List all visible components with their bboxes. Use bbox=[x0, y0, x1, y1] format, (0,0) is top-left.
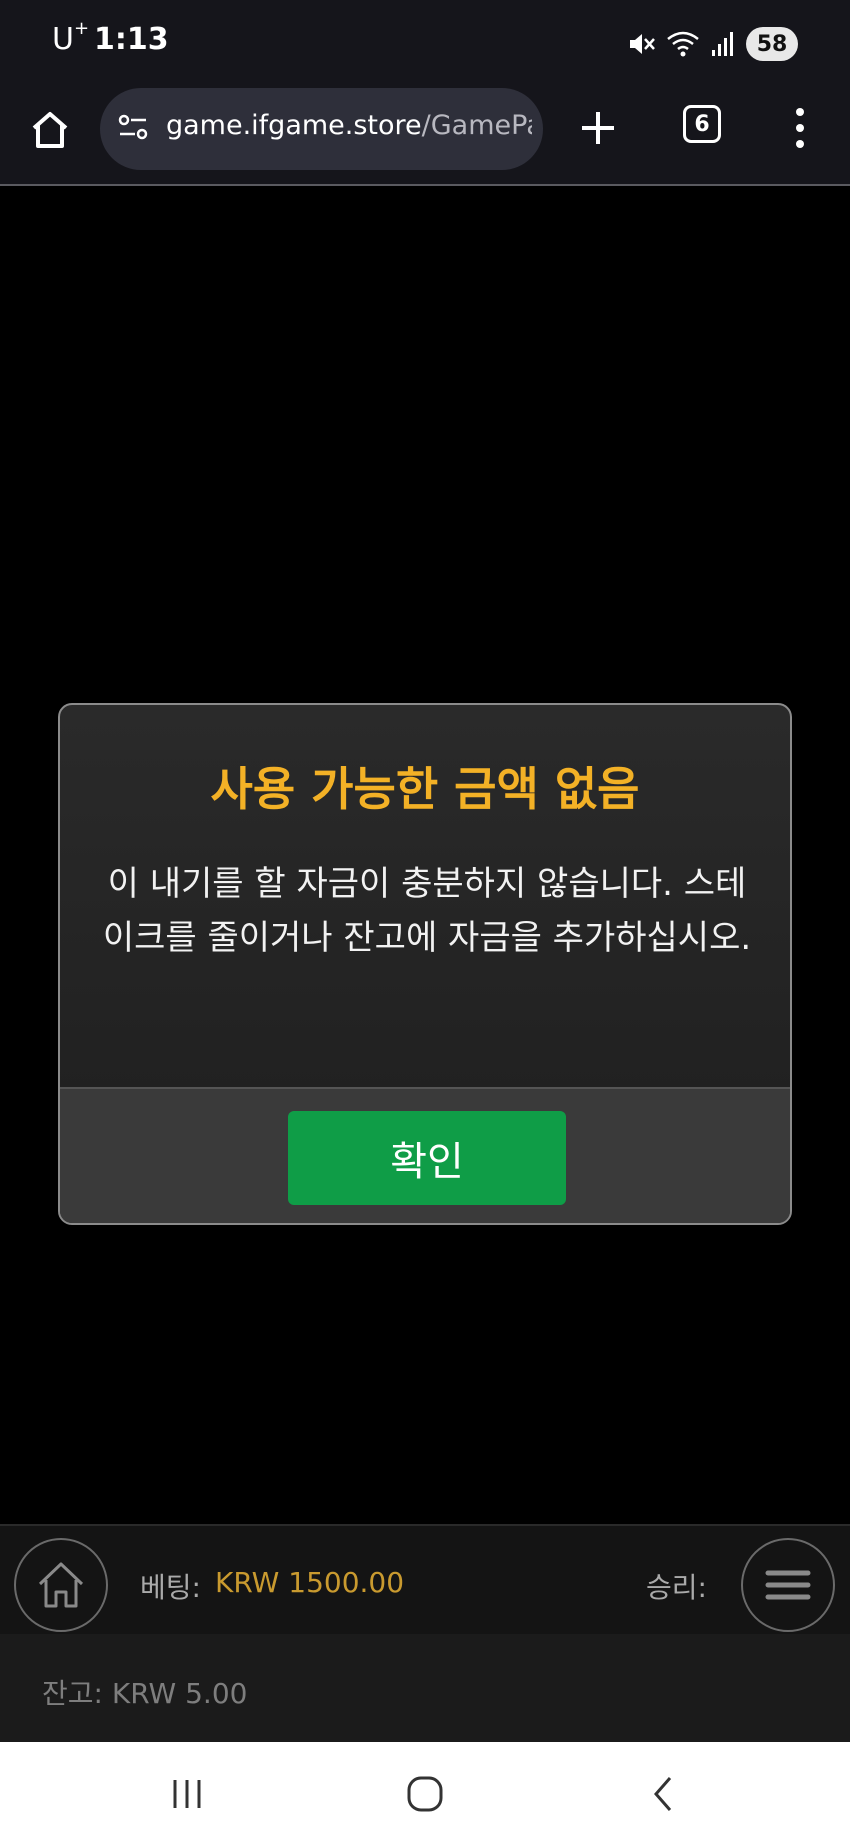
home-icon bbox=[38, 1562, 84, 1608]
tab-switcher-icon[interactable]: 6 bbox=[683, 105, 721, 143]
site-info-icon[interactable] bbox=[116, 110, 150, 144]
recent-apps-button[interactable] bbox=[162, 1772, 212, 1816]
game-control-bar: 베팅: KRW 1500.00 승리: bbox=[0, 1524, 850, 1634]
signal-icon bbox=[710, 30, 736, 58]
confirm-button[interactable]: 확인 bbox=[288, 1111, 566, 1205]
url-text[interactable]: game.ifgame.store/GamePage bbox=[166, 110, 532, 141]
win-label: 승리: bbox=[646, 1571, 707, 1604]
home-button[interactable] bbox=[26, 106, 74, 154]
game-home-button[interactable] bbox=[14, 1538, 108, 1632]
back-icon bbox=[654, 1777, 672, 1811]
clock: 1:13 bbox=[94, 22, 169, 57]
dialog-title: 사용 가능한 금액 없음 bbox=[210, 762, 640, 816]
status-bar: U+ 1:13 58 bbox=[0, 0, 850, 88]
dialog-message: 이 내기를 할 자금이 충분하지 않습니다. 스테이크를 줄이거나 잔고에 자금… bbox=[102, 864, 752, 958]
status-icons: 58 bbox=[626, 24, 798, 64]
more-menu-button[interactable] bbox=[785, 106, 815, 150]
home-circle-icon bbox=[407, 1776, 443, 1812]
new-tab-icon bbox=[582, 112, 614, 144]
dialog-footer: 확인 bbox=[60, 1087, 790, 1223]
game-menu-button[interactable] bbox=[741, 1538, 835, 1632]
system-nav-bar bbox=[0, 1742, 850, 1842]
browser-toolbar: game.ifgame.store/GamePage 6 bbox=[0, 88, 850, 186]
balance-bar: 잔고: KRW 5.00 bbox=[0, 1634, 850, 1742]
bet-value: KRW 1500.00 bbox=[215, 1566, 405, 1599]
recent-apps-icon bbox=[173, 1780, 201, 1808]
wifi-icon bbox=[666, 29, 700, 59]
hamburger-menu-icon bbox=[765, 1570, 811, 1600]
more-menu-icon bbox=[796, 108, 804, 148]
carrier-label: U+ bbox=[52, 18, 90, 57]
address-bar[interactable]: game.ifgame.store/GamePage bbox=[100, 88, 543, 170]
home-icon bbox=[32, 112, 68, 148]
insufficient-funds-dialog: 사용 가능한 금액 없음 이 내기를 할 자금이 충분하지 않습니다. 스테이크… bbox=[58, 703, 792, 1225]
home-nav-button[interactable] bbox=[400, 1772, 450, 1816]
new-tab-button[interactable] bbox=[578, 108, 618, 148]
balance-text: 잔고: KRW 5.00 bbox=[42, 1677, 248, 1710]
bet-label: 베팅: bbox=[140, 1571, 201, 1604]
back-button[interactable] bbox=[638, 1772, 688, 1816]
battery-icon: 58 bbox=[746, 27, 798, 61]
mute-icon bbox=[626, 29, 656, 59]
